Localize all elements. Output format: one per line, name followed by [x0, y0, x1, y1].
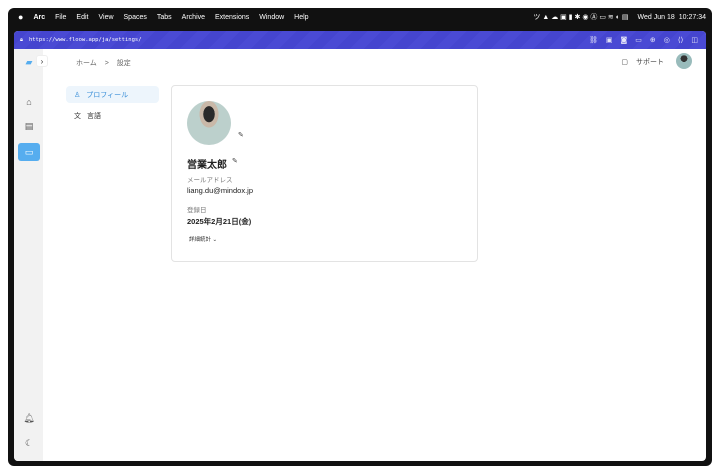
- status-icons[interactable]: ツ ▲ ☁ ▣ ▮ ✱ ◉ Ⓐ ▭ ≋ ◐ ▤: [533, 12, 628, 22]
- status-area: ツ ▲ ☁ ▣ ▮ ✱ ◉ Ⓐ ▭ ≋ ◐ ▤ Wed Jun 18 10:27…: [533, 8, 706, 26]
- menu-app[interactable]: Arc: [33, 14, 45, 21]
- menu-spaces[interactable]: Spaces: [124, 14, 147, 21]
- chat-icon: ▢: [621, 59, 628, 66]
- globe-icon[interactable]: ⊕: [650, 36, 656, 44]
- details-label: 詳細統計: [189, 237, 212, 243]
- menu-extensions[interactable]: Extensions: [215, 14, 249, 21]
- nav-language[interactable]: 文言語: [66, 107, 159, 124]
- menu-window[interactable]: Window: [259, 14, 284, 21]
- menu-tabs[interactable]: Tabs: [157, 14, 172, 21]
- translate-icon: 文: [74, 112, 81, 120]
- menu-file[interactable]: File: [55, 14, 66, 21]
- bell-icon[interactable]: 🔔︎: [18, 409, 40, 427]
- target-icon[interactable]: ◎: [664, 36, 670, 44]
- menu-view[interactable]: View: [98, 14, 113, 21]
- breadcrumb: ホーム > 設定: [76, 58, 131, 68]
- breadcrumb-home[interactable]: ホーム: [76, 60, 97, 67]
- expand-sidebar-button[interactable]: ›: [36, 55, 48, 67]
- moon-icon[interactable]: ☾: [18, 434, 40, 452]
- chevron-down-icon: ⌄: [212, 237, 218, 243]
- details-toggle[interactable]: 詳細統計 ⌄: [189, 235, 217, 243]
- menu-edit[interactable]: Edit: [76, 14, 88, 21]
- nav-profile[interactable]: ♙ プロフィール: [66, 86, 159, 103]
- sidebar-toggle-icon[interactable]: ◫: [691, 36, 698, 44]
- apple-menu[interactable]: ●: [18, 12, 23, 22]
- breadcrumb-separator: >: [104, 60, 109, 67]
- profile-photo: [187, 101, 231, 145]
- registration-date: 2025年2月21日(金): [187, 217, 252, 226]
- menu-help[interactable]: Help: [294, 14, 308, 21]
- lock-icon: 🔒︎: [20, 36, 23, 43]
- capture-icon[interactable]: ▣: [606, 36, 613, 44]
- link-icon[interactable]: ⛓: [589, 36, 598, 44]
- user-avatar[interactable]: [676, 53, 692, 69]
- email-label: メールアドレス: [187, 177, 233, 184]
- nav-language-label: 言語: [87, 112, 101, 120]
- nav-profile-label: プロフィール: [86, 91, 129, 99]
- email-value: liang.du@mindox.jp: [187, 186, 253, 195]
- support-button[interactable]: ▢ サポート: [621, 57, 664, 67]
- edit-photo-icon[interactable]: ✎: [238, 131, 244, 139]
- profile-card: ✎ 営業太郎 ✎ メールアドレス liang.du@mindox.jp 登録日 …: [171, 85, 478, 262]
- settings-nav: ♙ プロフィール 文言語: [66, 86, 159, 128]
- url-text[interactable]: https://www.floow.app/ja/settings/: [29, 37, 142, 43]
- document-icon[interactable]: ▤: [18, 117, 40, 135]
- menu-archive[interactable]: Archive: [182, 14, 205, 21]
- browser-window: 🔒︎ https://www.floow.app/ja/settings/ ⛓ ▣…: [14, 31, 706, 461]
- url-bar[interactable]: 🔒︎ https://www.floow.app/ja/settings/ ⛓ ▣…: [14, 31, 706, 49]
- home-icon[interactable]: ⌂: [18, 93, 40, 111]
- user-icon: ♙: [74, 91, 81, 99]
- app-sidebar: ▰ ⌂ ▤ ▭ 🔔︎ ☾: [14, 49, 43, 461]
- clock-date[interactable]: Wed Jun 18: [638, 14, 675, 21]
- video-icon[interactable]: ▭: [18, 143, 40, 161]
- code-icon[interactable]: ⟨⟩: [678, 36, 683, 44]
- registration-label: 登録日: [187, 207, 207, 214]
- window-icon[interactable]: ▭: [635, 36, 642, 44]
- support-label: サポート: [636, 59, 664, 66]
- camera-icon[interactable]: ◙: [621, 36, 628, 44]
- clock-time[interactable]: 10:27:34: [679, 14, 706, 21]
- breadcrumb-current: 設定: [116, 60, 131, 67]
- edit-name-icon[interactable]: ✎: [232, 157, 238, 165]
- profile-name: 営業太郎: [187, 160, 227, 171]
